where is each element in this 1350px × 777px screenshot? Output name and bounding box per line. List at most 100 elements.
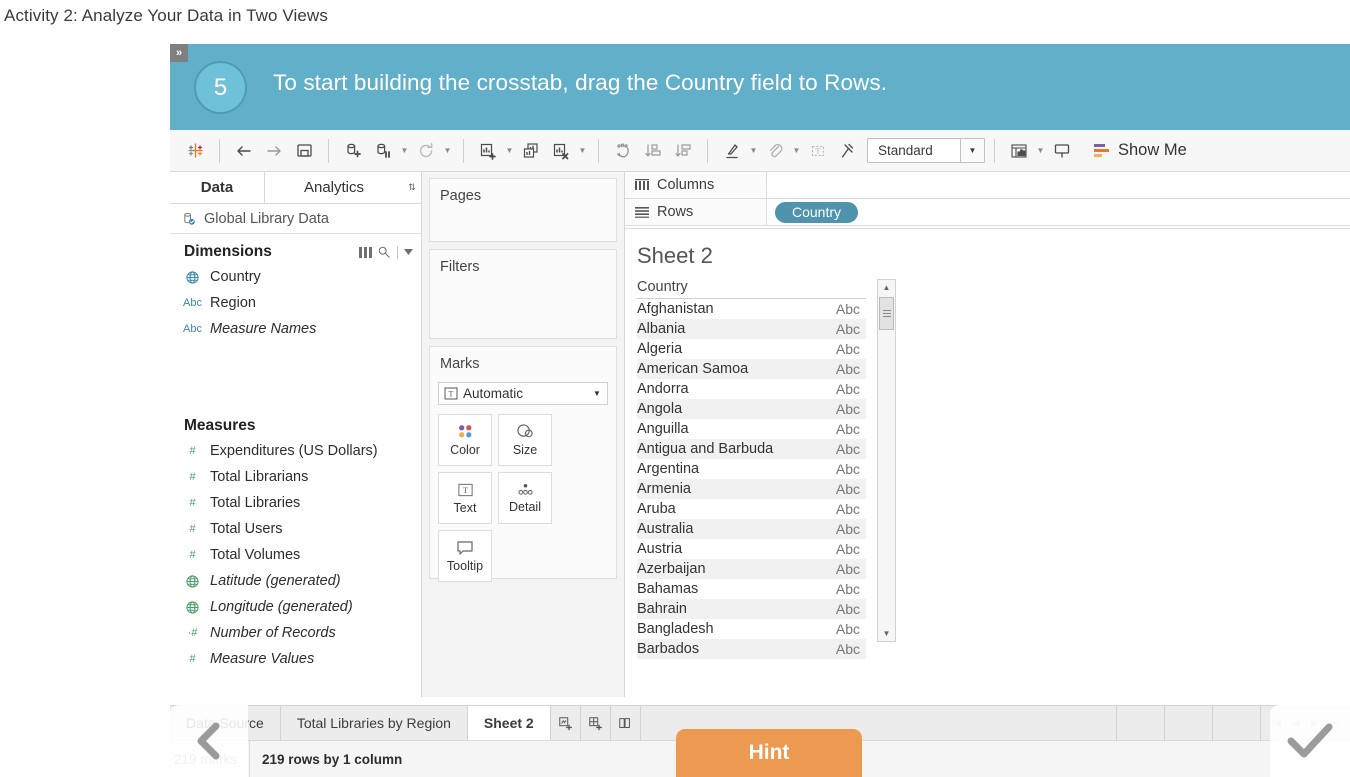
new-worksheet-tab-icon[interactable] <box>551 706 581 740</box>
marks-text-button[interactable]: T Text <box>438 472 492 524</box>
pause-data-updates-caret-icon[interactable]: ▼ <box>398 136 411 166</box>
refresh-data-icon[interactable] <box>411 136 441 166</box>
table-row[interactable]: ArgentinaAbc <box>637 459 866 479</box>
crosstab-column-header: Country <box>637 279 866 299</box>
table-row[interactable]: AzerbaijanAbc <box>637 559 866 579</box>
marks-color-button[interactable]: Color <box>438 414 492 466</box>
presentation-mode-icon[interactable] <box>1047 136 1077 166</box>
new-story-tab-icon[interactable] <box>611 706 641 740</box>
datasource-label: Global Library Data <box>204 211 329 227</box>
swap-rows-columns-icon[interactable] <box>608 136 638 166</box>
field-total-volumes[interactable]: # Total Volumes <box>170 542 421 568</box>
chevron-down-icon[interactable]: ▼ <box>587 389 607 398</box>
table-row[interactable]: AlbaniaAbc <box>637 319 866 339</box>
pages-card[interactable]: Pages <box>429 178 617 242</box>
pane-resize-icon[interactable]: ⇅ <box>403 172 421 203</box>
table-row[interactable]: BarbadosAbc <box>637 639 866 659</box>
hint-button[interactable]: Hint <box>676 729 862 777</box>
columns-drop-zone[interactable] <box>767 172 1350 198</box>
tab-sheet-2[interactable]: Sheet 2 <box>468 706 551 740</box>
marks-size-button[interactable]: Size <box>498 414 552 466</box>
mark-type-select[interactable]: T Automatic ▼ <box>438 382 608 405</box>
field-total-libraries[interactable]: # Total Libraries <box>170 490 421 516</box>
marks-detail-label: Detail <box>509 500 541 514</box>
sort-descending-icon[interactable] <box>668 136 698 166</box>
redo-arrow-icon[interactable] <box>259 136 289 166</box>
table-row[interactable]: AustraliaAbc <box>637 519 866 539</box>
chevron-down-icon[interactable]: ▼ <box>960 139 984 162</box>
sort-ascending-icon[interactable] <box>638 136 668 166</box>
undo-arrow-icon[interactable] <box>229 136 259 166</box>
scroll-down-arrow-icon[interactable]: ▼ <box>878 626 895 641</box>
tab-analytics[interactable]: Analytics <box>265 172 403 203</box>
show-hide-cards-icon[interactable] <box>1004 136 1034 166</box>
view-data-grid-icon[interactable] <box>359 247 372 258</box>
field-expenditures[interactable]: # Expenditures (US Dollars) <box>170 438 421 464</box>
rows-shelf[interactable]: Rows Country <box>625 199 1350 226</box>
back-navigation-button[interactable] <box>170 705 248 777</box>
field-measure-values[interactable]: # Measure Values <box>170 646 421 672</box>
table-row[interactable]: Antigua and BarbudaAbc <box>637 439 866 459</box>
table-row[interactable]: American SamoaAbc <box>637 359 866 379</box>
vertical-scrollbar[interactable]: ▲ ▼ <box>877 279 896 642</box>
field-total-users[interactable]: # Total Users <box>170 516 421 542</box>
refresh-data-caret-icon[interactable]: ▼ <box>441 136 454 166</box>
table-row[interactable]: AndorraAbc <box>637 379 866 399</box>
scrollbar-thumb[interactable] <box>879 297 894 330</box>
pause-data-updates-icon[interactable] <box>368 136 398 166</box>
marks-detail-button[interactable]: Detail <box>498 472 552 524</box>
globe-icon <box>184 271 201 284</box>
highlight-caret-icon[interactable]: ▼ <box>747 136 760 166</box>
back-chevron-icon <box>191 719 227 763</box>
table-row[interactable]: BahrainAbc <box>637 599 866 619</box>
columns-shelf[interactable]: Columns <box>625 172 1350 199</box>
new-worksheet-icon[interactable] <box>473 136 503 166</box>
clear-sheet-caret-icon[interactable]: ▼ <box>576 136 589 166</box>
field-longitude[interactable]: Longitude (generated) <box>170 594 421 620</box>
rows-drop-zone[interactable]: Country <box>767 199 1350 225</box>
new-worksheet-caret-icon[interactable]: ▼ <box>503 136 516 166</box>
show-me-button[interactable]: Show Me <box>1093 141 1187 160</box>
field-total-librarians[interactable]: # Total Librarians <box>170 464 421 490</box>
field-country[interactable]: Country <box>170 264 421 290</box>
table-row[interactable]: AustriaAbc <box>637 539 866 559</box>
marks-tooltip-button[interactable]: Tooltip <box>438 530 492 582</box>
clear-sheet-icon[interactable] <box>546 136 576 166</box>
highlight-icon[interactable] <box>717 136 747 166</box>
duplicate-sheet-icon[interactable] <box>516 136 546 166</box>
table-row[interactable]: AnguillaAbc <box>637 419 866 439</box>
search-icon[interactable] <box>378 246 390 258</box>
new-dashboard-tab-icon[interactable] <box>581 706 611 740</box>
datasource-item[interactable]: Global Library Data <box>170 204 421 234</box>
table-row[interactable]: BelarusAbc <box>637 659 866 661</box>
show-hide-labels-icon[interactable]: T <box>803 136 833 166</box>
save-icon[interactable] <box>289 136 319 166</box>
dimensions-menu-caret-icon[interactable] <box>404 249 413 255</box>
group-members-caret-icon[interactable]: ▼ <box>790 136 803 166</box>
fit-select[interactable]: Standard ▼ <box>867 138 985 163</box>
field-region[interactable]: Abc Region <box>170 290 421 316</box>
table-row[interactable]: AngolaAbc <box>637 399 866 419</box>
table-row[interactable]: ArmeniaAbc <box>637 479 866 499</box>
field-latitude[interactable]: Latitude (generated) <box>170 568 421 594</box>
table-row[interactable]: AlgeriaAbc <box>637 339 866 359</box>
field-measure-names[interactable]: Abc Measure Names <box>170 316 421 342</box>
table-row[interactable]: BangladeshAbc <box>637 619 866 639</box>
tab-data[interactable]: Data <box>170 172 265 203</box>
check-button[interactable] <box>1270 705 1350 777</box>
fix-axes-icon[interactable] <box>833 136 863 166</box>
show-hide-cards-caret-icon[interactable]: ▼ <box>1034 136 1047 166</box>
banner-collapse-button[interactable]: » <box>170 44 188 62</box>
table-row[interactable]: ArubaAbc <box>637 499 866 519</box>
filters-card[interactable]: Filters <box>429 249 617 339</box>
pill-country[interactable]: Country <box>775 202 858 223</box>
table-row[interactable]: AfghanistanAbc <box>637 299 866 319</box>
new-data-source-icon[interactable] <box>338 136 368 166</box>
group-members-icon[interactable] <box>760 136 790 166</box>
row-value: Abc <box>836 641 860 657</box>
field-number-of-records[interactable]: ·# Number of Records <box>170 620 421 646</box>
tab-total-libraries-by-region[interactable]: Total Libraries by Region <box>281 706 468 740</box>
tableau-logo-icon[interactable] <box>180 136 210 166</box>
table-row[interactable]: BahamasAbc <box>637 579 866 599</box>
scroll-up-arrow-icon[interactable]: ▲ <box>878 280 895 295</box>
